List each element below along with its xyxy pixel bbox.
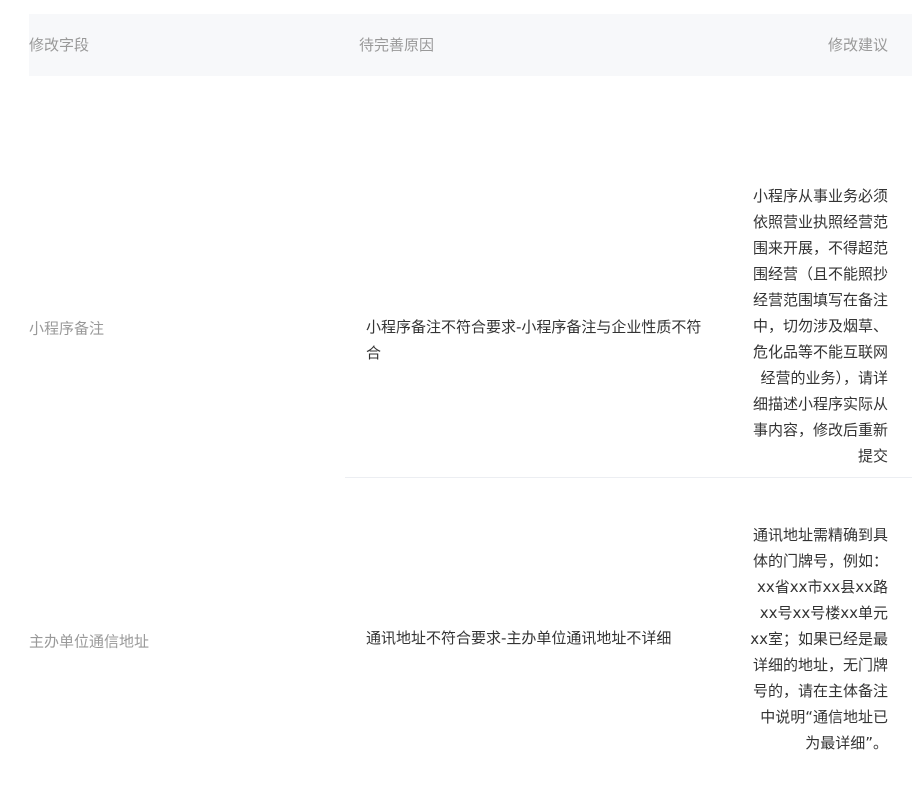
table-row: 小程序备注 小程序备注不符合要求-小程序备注与企业性质不符合 小程序从事业务必须… [29,76,912,477]
row-field: 小程序备注 [29,319,105,338]
row-suggestion: 通讯地址需精确到具体的门牌号，例如：xx省xx市xx县xx路xx号xx号楼xx单… [750,526,888,752]
header-reason: 待完善原因 [359,36,435,54]
review-table: 修改字段 待完善原因 修改建议 小程序备注 小程序备注不符合要求-小程序备注与企… [29,14,912,798]
header-field: 修改字段 [29,36,90,54]
row-suggestion: 小程序从事业务必须依照营业执照经营范围来开展，不得超范围经营（且不能照抄经营范围… [752,187,888,465]
table-row: 主办单位通信地址 通讯地址不符合要求-主办单位通讯地址不详细 通讯地址需精确到具… [29,477,912,798]
row-reason: 小程序备注不符合要求-小程序备注与企业性质不符合 [366,318,702,362]
row-reason: 通讯地址不符合要求-主办单位通讯地址不详细 [366,629,672,647]
table-header: 修改字段 待完善原因 修改建议 [29,14,912,76]
header-suggestion: 修改建议 [827,36,888,54]
row-field: 主办单位通信地址 [29,632,150,651]
